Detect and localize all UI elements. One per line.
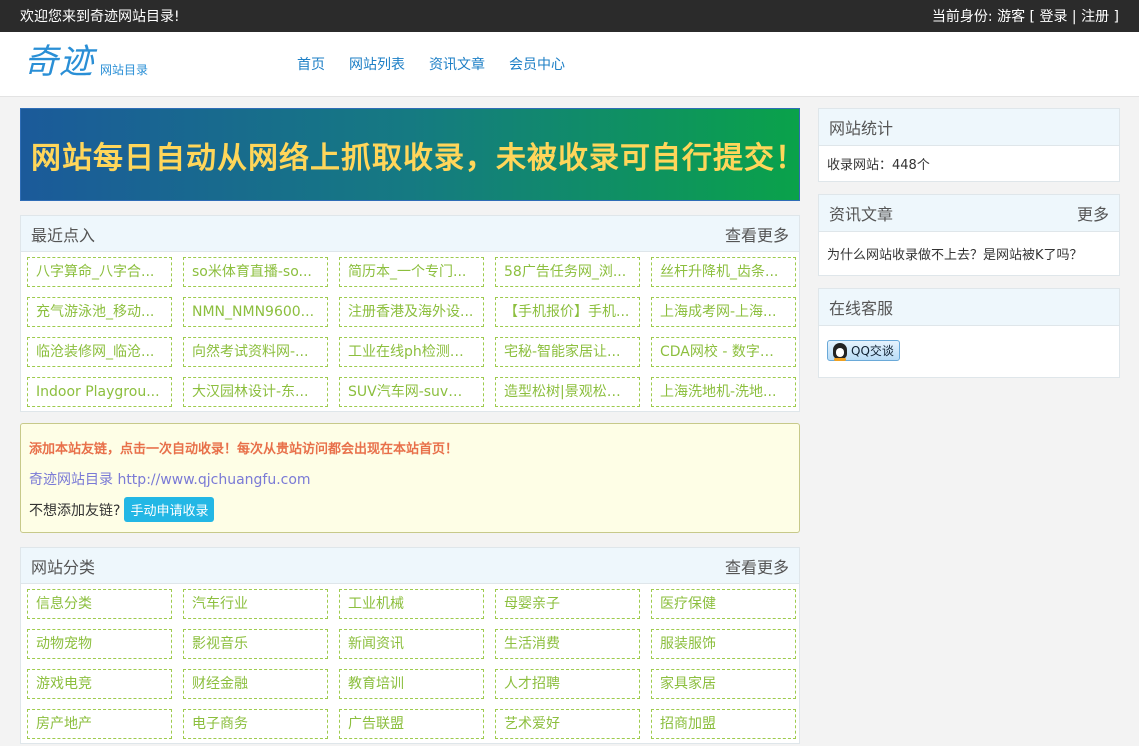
manual-submit-button[interactable]: 手动申请收录 <box>124 497 215 522</box>
nav-articles[interactable]: 资讯文章 <box>429 54 485 74</box>
nav-home[interactable]: 首页 <box>297 54 325 74</box>
service-title: 在线客服 <box>829 299 894 318</box>
qq-chat-button[interactable]: QQ交谈 <box>827 340 900 361</box>
category-link[interactable]: 人才招聘 <box>495 669 640 699</box>
category-link[interactable]: 游戏电竞 <box>27 669 172 699</box>
category-link[interactable]: 信息分类 <box>27 589 172 619</box>
recent-link[interactable]: NMN_NMN9600... <box>183 297 328 327</box>
notice-site-link[interactable]: 奇迹网站目录 http://www.qjchuangfu.com <box>29 469 791 489</box>
category-link[interactable]: 广告联盟 <box>339 709 484 739</box>
category-link[interactable]: 电子商务 <box>183 709 328 739</box>
recent-more-link[interactable]: 查看更多 <box>725 222 789 246</box>
bracket-close: ] <box>1113 9 1119 25</box>
articles-header: 资讯文章 更多 <box>819 195 1119 232</box>
nav-site-list[interactable]: 网站列表 <box>349 54 405 74</box>
recent-link[interactable]: 工业在线ph检测仪... <box>339 337 484 367</box>
identity-value: 游客 <box>997 9 1026 25</box>
category-link[interactable]: 生活消费 <box>495 629 640 659</box>
notice-manual-row: 不想添加友链? 手动申请收录 <box>29 497 791 522</box>
main-column: 网站每日自动从网络上抓取收录，未被收录可自行提交！ 最近点入 查看更多 八字算命… <box>20 108 805 744</box>
recent-link[interactable]: 注册香港及海外设... <box>339 297 484 327</box>
recent-link[interactable]: 造型松树|景观松树... <box>495 377 640 407</box>
recent-link[interactable]: 上海成考网-上海... <box>651 297 796 327</box>
category-header: 网站分类 查看更多 <box>21 548 799 584</box>
articles-panel: 资讯文章 更多 为什么网站收录做不上去？是网站被K了吗？ <box>818 194 1120 276</box>
recent-title: 最近点入 <box>31 225 96 245</box>
category-link[interactable]: 工业机械 <box>339 589 484 619</box>
promo-banner: 网站每日自动从网络上抓取收录，未被收录可自行提交！ <box>20 108 805 201</box>
header: 奇迹 网站目录 首页 网站列表 资讯文章 会员中心 <box>0 32 1139 97</box>
notice-prompt: 不想添加友链? <box>29 502 121 519</box>
category-link[interactable]: 影视音乐 <box>183 629 328 659</box>
category-link[interactable]: 教育培训 <box>339 669 484 699</box>
stats-text: 收录网站：448个 <box>827 158 930 173</box>
service-body: QQ交谈 <box>819 326 1119 377</box>
service-panel: 在线客服 QQ交谈 <box>818 288 1120 378</box>
main-nav: 首页 网站列表 资讯文章 会员中心 <box>297 54 565 74</box>
category-link[interactable]: 母婴亲子 <box>495 589 640 619</box>
notice-headline: 添加本站友链，点击一次自动收录！每次从贵站访问都会出现在本站首页！ <box>29 442 459 457</box>
article-link[interactable]: 为什么网站收录做不上去？是网站被K了吗？ <box>819 232 1119 275</box>
category-link[interactable]: 新闻资讯 <box>339 629 484 659</box>
bracket-open: [ <box>1029 9 1035 25</box>
banner-text: 网站每日自动从网络上抓取收录，未被收录可自行提交！ <box>31 140 806 176</box>
recent-link[interactable]: Indoor Playgrou... <box>27 377 172 407</box>
category-link[interactable]: 服装服饰 <box>651 629 796 659</box>
articles-title: 资讯文章 <box>829 205 894 224</box>
category-link[interactable]: 艺术爱好 <box>495 709 640 739</box>
stats-header: 网站统计 <box>819 109 1119 146</box>
stats-panel: 网站统计 收录网站：448个 <box>818 108 1120 182</box>
recent-link[interactable]: SUV汽车网-suv汽... <box>339 377 484 407</box>
nav-member-center[interactable]: 会员中心 <box>509 54 565 74</box>
category-grid: 信息分类 汽车行业 工业机械 母婴亲子 医疗保健 动物宠物 影视音乐 新闻资讯 … <box>21 584 799 743</box>
recent-link[interactable]: CDA网校 - 数字化... <box>651 337 796 367</box>
stats-title: 网站统计 <box>829 119 894 138</box>
friend-link-notice: 添加本站友链，点击一次自动收录！每次从贵站访问都会出现在本站首页！ 奇迹网站目录… <box>20 423 800 533</box>
identity-label: 当前身份: <box>931 9 993 25</box>
register-link[interactable]: 注册 <box>1081 9 1109 25</box>
recent-link[interactable]: 58广告任务网_浏... <box>495 257 640 287</box>
separator: | <box>1071 9 1077 25</box>
category-link[interactable]: 汽车行业 <box>183 589 328 619</box>
login-link[interactable]: 登录 <box>1039 9 1067 25</box>
recent-link[interactable]: 【手机报价】手机... <box>495 297 640 327</box>
category-more-link[interactable]: 查看更多 <box>725 554 789 578</box>
category-link[interactable]: 家具家居 <box>651 669 796 699</box>
service-header: 在线客服 <box>819 289 1119 326</box>
recent-grid: 八字算命_八字合... so米体育直播-so... 简历本_一个专门... 58… <box>21 252 799 411</box>
recent-link[interactable]: 八字算命_八字合... <box>27 257 172 287</box>
recent-link[interactable]: so米体育直播-so... <box>183 257 328 287</box>
qq-penguin-icon <box>833 342 847 361</box>
category-panel: 网站分类 查看更多 信息分类 汽车行业 工业机械 母婴亲子 医疗保健 动物宠物 … <box>20 547 800 744</box>
articles-more-link[interactable]: 更多 <box>1077 201 1109 225</box>
logo-subtitle: 网站目录 <box>100 63 149 77</box>
top-bar: 欢迎您来到奇迹网站目录! 当前身份: 游客 [ 登录 | 注册 ] <box>0 0 1139 32</box>
category-link[interactable]: 房产地产 <box>27 709 172 739</box>
sidebar: 网站统计 收录网站：448个 资讯文章 更多 为什么网站收录做不上去？是网站被K… <box>818 108 1120 390</box>
recent-link[interactable]: 简历本_一个专门... <box>339 257 484 287</box>
recent-link[interactable]: 丝杆升降机_齿条... <box>651 257 796 287</box>
recent-link[interactable]: 上海洗地机-洗地... <box>651 377 796 407</box>
recent-link[interactable]: 大汉园林设计-东... <box>183 377 328 407</box>
category-link[interactable]: 动物宠物 <box>27 629 172 659</box>
logo-mark: 奇迹 <box>24 42 94 82</box>
recent-header: 最近点入 查看更多 <box>21 216 799 252</box>
category-link[interactable]: 医疗保健 <box>651 589 796 619</box>
recent-link[interactable]: 临沧装修网_临沧... <box>27 337 172 367</box>
welcome-text: 欢迎您来到奇迹网站目录! <box>20 9 180 25</box>
recent-link[interactable]: 宅秘-智能家居让... <box>495 337 640 367</box>
qq-chat-label: QQ交谈 <box>851 344 894 358</box>
recent-panel: 最近点入 查看更多 八字算命_八字合... so米体育直播-so... 简历本_… <box>20 215 800 412</box>
user-status: 当前身份: 游客 [ 登录 | 注册 ] <box>932 6 1119 26</box>
recent-link[interactable]: 充气游泳池_移动... <box>27 297 172 327</box>
category-link[interactable]: 招商加盟 <box>651 709 796 739</box>
category-title: 网站分类 <box>31 557 96 577</box>
site-logo[interactable]: 奇迹 网站目录 <box>24 42 148 82</box>
category-link[interactable]: 财经金融 <box>183 669 328 699</box>
recent-link[interactable]: 向然考试资料网-... <box>183 337 328 367</box>
